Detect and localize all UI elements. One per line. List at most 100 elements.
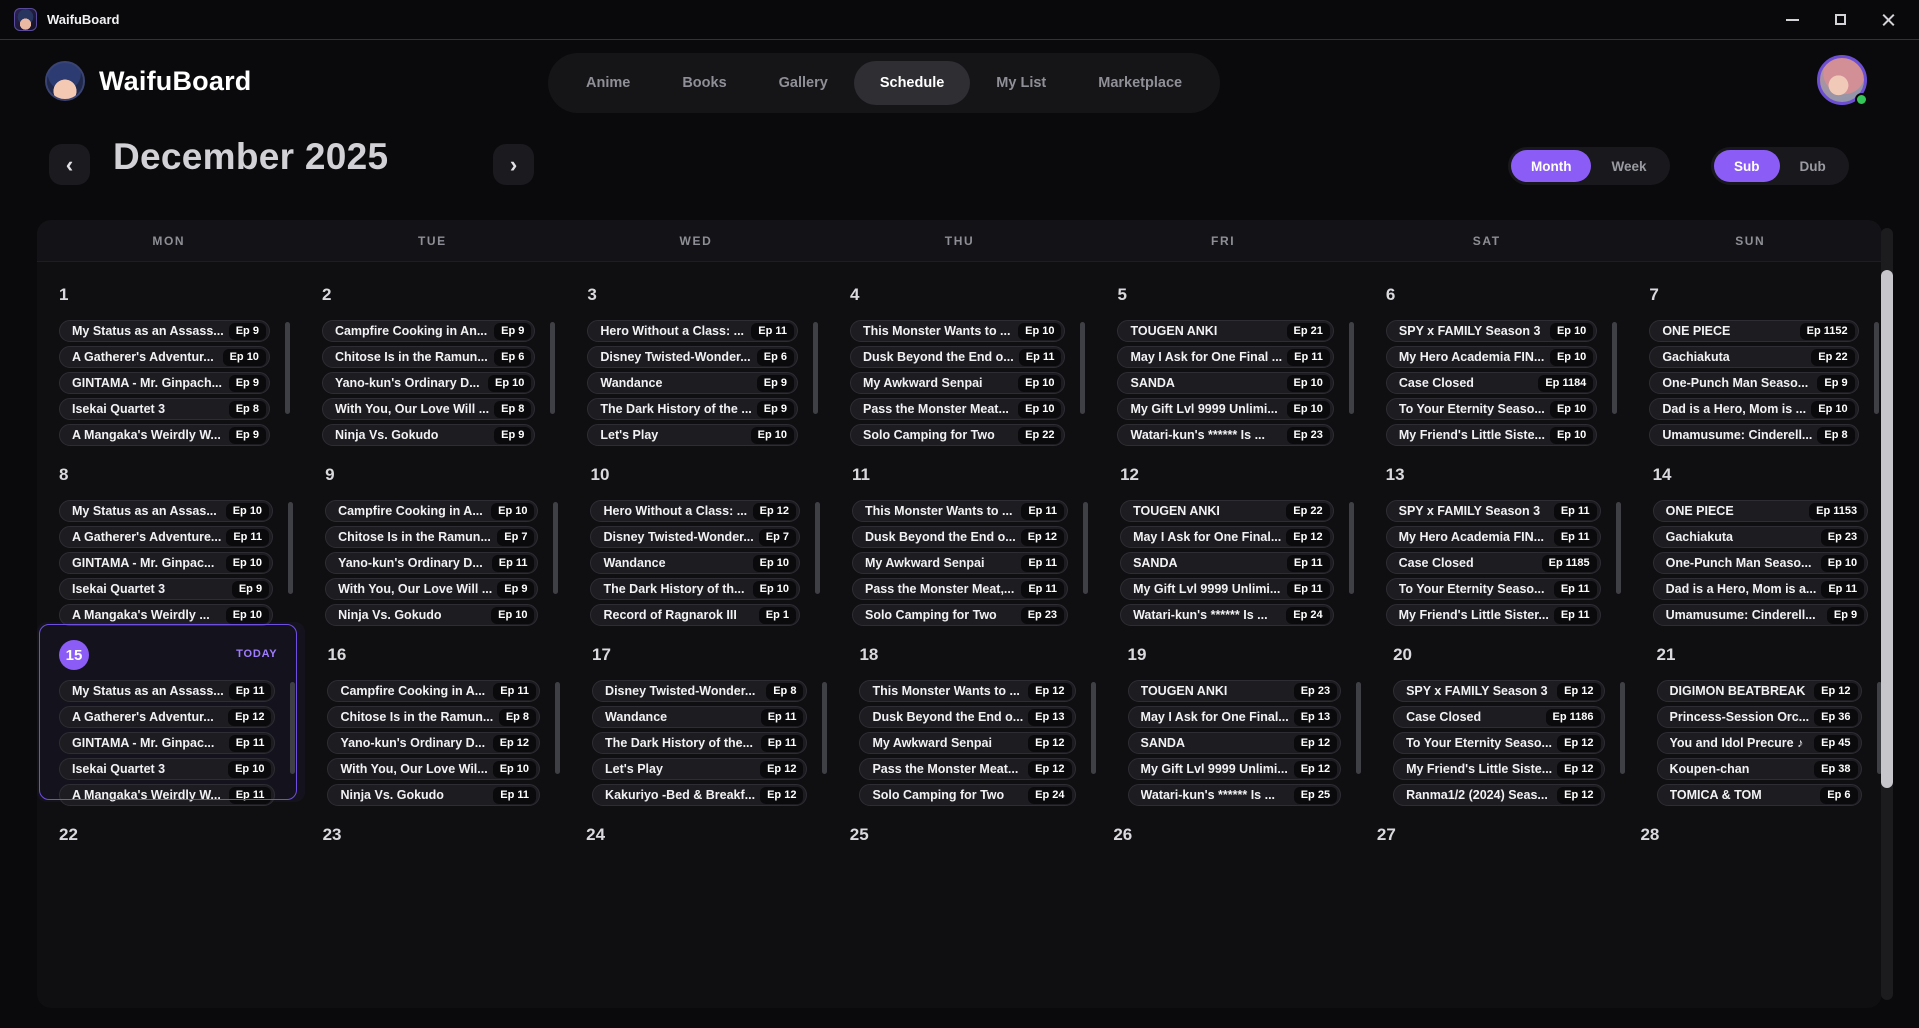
schedule-entry[interactable]: To Your Eternity Seaso...Ep 12 xyxy=(1393,732,1604,754)
scrollbar-thumb[interactable] xyxy=(1881,270,1893,788)
day-cell-21[interactable]: 21DIGIMON BEATBREAKEp 12Princess-Session… xyxy=(1635,622,1883,802)
cell-scrollbar[interactable] xyxy=(822,682,827,774)
day-cell-6[interactable]: 6SPY x FAMILY Season 3Ep 10My Hero Acade… xyxy=(1364,262,1627,442)
cell-scrollbar[interactable] xyxy=(1616,502,1621,594)
schedule-entry[interactable]: Dad is a Hero, Mom is ...Ep 10 xyxy=(1649,398,1858,420)
schedule-entry[interactable]: Yano-kun's Ordinary D...Ep 11 xyxy=(325,552,538,574)
day-cell-18[interactable]: 18This Monster Wants to ...Ep 12Dusk Bey… xyxy=(837,622,1105,802)
schedule-entry[interactable]: TOUGEN ANKIEp 23 xyxy=(1128,680,1342,702)
schedule-entry[interactable]: WandanceEp 11 xyxy=(592,706,807,728)
tab-anime[interactable]: Anime xyxy=(560,61,656,105)
day-cell-11[interactable]: 11This Monster Wants to ...Ep 11Dusk Bey… xyxy=(830,442,1098,622)
schedule-entry[interactable]: Campfire Cooking in A...Ep 11 xyxy=(327,680,540,702)
schedule-entry[interactable]: The Dark History of th...Ep 10 xyxy=(590,578,800,600)
day-cell-10[interactable]: 10Hero Without a Class: ...Ep 12Disney T… xyxy=(568,442,830,622)
schedule-entry[interactable]: My Friend's Little Siste...Ep 12 xyxy=(1393,758,1604,780)
schedule-entry[interactable]: WandanceEp 9 xyxy=(587,372,798,394)
schedule-entry[interactable]: Pass the Monster Meat,...Ep 11 xyxy=(852,578,1068,600)
schedule-entry[interactable]: With You, Our Love Will ...Ep 8 xyxy=(322,398,535,420)
schedule-entry[interactable]: Hero Without a Class: ...Ep 12 xyxy=(590,500,800,522)
next-month-button[interactable]: › xyxy=(493,144,534,185)
cell-scrollbar[interactable] xyxy=(1083,502,1088,594)
schedule-entry[interactable]: Chitose Is in the Ramun...Ep 8 xyxy=(327,706,540,728)
schedule-entry[interactable]: This Monster Wants to ...Ep 12 xyxy=(859,680,1075,702)
schedule-entry[interactable]: GINTAMA - Mr. Ginpac...Ep 10 xyxy=(59,552,273,574)
cell-scrollbar[interactable] xyxy=(1091,682,1096,774)
cell-scrollbar[interactable] xyxy=(1620,682,1625,774)
day-cell-2[interactable]: 2Campfire Cooking in An...Ep 9Chitose Is… xyxy=(300,262,565,442)
schedule-entry[interactable]: Yano-kun's Ordinary D...Ep 12 xyxy=(327,732,540,754)
schedule-entry[interactable]: My Gift Lvl 9999 Unlimi...Ep 11 xyxy=(1120,578,1334,600)
schedule-entry[interactable]: GachiakutaEp 22 xyxy=(1649,346,1858,368)
schedule-entry[interactable]: ONE PIECEEp 1153 xyxy=(1653,500,1869,522)
schedule-entry[interactable]: Hero Without a Class: ...Ep 11 xyxy=(587,320,798,342)
schedule-entry[interactable]: My Hero Academia FIN...Ep 10 xyxy=(1386,346,1597,368)
schedule-entry[interactable]: The Dark History of the ...Ep 9 xyxy=(587,398,798,420)
schedule-entry[interactable]: Disney Twisted-Wonder...Ep 7 xyxy=(590,526,800,548)
toggle-sub[interactable]: Sub xyxy=(1714,150,1780,182)
schedule-entry[interactable]: Isekai Quartet 3Ep 9 xyxy=(59,578,273,600)
schedule-entry[interactable]: Disney Twisted-Wonder...Ep 8 xyxy=(592,680,807,702)
schedule-entry[interactable]: Campfire Cooking in A...Ep 10 xyxy=(325,500,538,522)
maximize-button[interactable] xyxy=(1823,6,1857,34)
user-avatar[interactable] xyxy=(1817,55,1867,105)
day-cell-16[interactable]: 16Campfire Cooking in A...Ep 11Chitose I… xyxy=(305,622,570,802)
day-cell-12[interactable]: 12TOUGEN ANKIEp 22May I Ask for One Fina… xyxy=(1098,442,1364,622)
schedule-entry[interactable]: Dusk Beyond the End o...Ep 13 xyxy=(859,706,1075,728)
schedule-entry[interactable]: Princess-Session Orc...Ep 36 xyxy=(1657,706,1862,728)
toggle-week[interactable]: Week xyxy=(1591,150,1666,182)
day-cell-15[interactable]: TODAY15My Status as an Assass...Ep 11A G… xyxy=(37,622,305,802)
cell-scrollbar[interactable] xyxy=(1874,322,1879,414)
schedule-entry[interactable]: Case ClosedEp 1184 xyxy=(1386,372,1597,394)
day-cell-28[interactable]: 28 xyxy=(1618,802,1882,1008)
tab-gallery[interactable]: Gallery xyxy=(753,61,854,105)
schedule-entry[interactable]: My Awkward SenpaiEp 10 xyxy=(850,372,1065,394)
schedule-entry[interactable]: A Gatherer's Adventure...Ep 11 xyxy=(59,526,273,548)
schedule-entry[interactable]: Chitose Is in the Ramun...Ep 7 xyxy=(325,526,538,548)
cell-scrollbar[interactable] xyxy=(290,682,295,774)
schedule-entry[interactable]: ONE PIECEEp 1152 xyxy=(1649,320,1858,342)
close-button[interactable] xyxy=(1871,6,1905,34)
schedule-entry[interactable]: May I Ask for One Final...Ep 13 xyxy=(1128,706,1342,728)
day-cell-20[interactable]: 20SPY x FAMILY Season 3Ep 12Case ClosedE… xyxy=(1371,622,1634,802)
cell-scrollbar[interactable] xyxy=(550,322,555,414)
day-cell-5[interactable]: 5TOUGEN ANKIEp 21May I Ask for One Final… xyxy=(1095,262,1363,442)
schedule-entry[interactable]: The Dark History of the...Ep 11 xyxy=(592,732,807,754)
cell-scrollbar[interactable] xyxy=(813,322,818,414)
schedule-entry[interactable]: GachiakutaEp 23 xyxy=(1653,526,1869,548)
day-cell-7[interactable]: 7ONE PIECEEp 1152GachiakutaEp 22One-Punc… xyxy=(1627,262,1882,442)
schedule-entry[interactable]: With You, Our Love Wil...Ep 10 xyxy=(327,758,540,780)
schedule-entry[interactable]: WandanceEp 10 xyxy=(590,552,800,574)
cell-scrollbar[interactable] xyxy=(555,682,560,774)
schedule-entry[interactable]: SANDAEp 11 xyxy=(1120,552,1334,574)
cell-scrollbar[interactable] xyxy=(285,322,290,414)
cell-scrollbar[interactable] xyxy=(1349,502,1354,594)
toggle-dub[interactable]: Dub xyxy=(1780,150,1846,182)
schedule-entry[interactable]: This Monster Wants to ...Ep 10 xyxy=(850,320,1065,342)
cell-scrollbar[interactable] xyxy=(1356,682,1361,774)
schedule-entry[interactable]: Yano-kun's Ordinary D...Ep 10 xyxy=(322,372,535,394)
schedule-entry[interactable]: TOUGEN ANKIEp 22 xyxy=(1120,500,1334,522)
day-cell-13[interactable]: 13SPY x FAMILY Season 3Ep 11My Hero Acad… xyxy=(1364,442,1631,622)
schedule-entry[interactable]: May I Ask for One Final...Ep 12 xyxy=(1120,526,1334,548)
schedule-entry[interactable]: One-Punch Man Seaso...Ep 9 xyxy=(1649,372,1858,394)
cell-scrollbar[interactable] xyxy=(815,502,820,594)
schedule-entry[interactable]: SPY x FAMILY Season 3Ep 10 xyxy=(1386,320,1597,342)
schedule-entry[interactable]: A Gatherer's Adventur...Ep 12 xyxy=(59,706,275,728)
schedule-entry[interactable]: You and Idol Precure ♪Ep 45 xyxy=(1657,732,1862,754)
schedule-entry[interactable]: To Your Eternity Seaso...Ep 10 xyxy=(1386,398,1597,420)
schedule-entry[interactable]: With You, Our Love Will ...Ep 9 xyxy=(325,578,538,600)
schedule-entry[interactable]: Koupen-chanEp 38 xyxy=(1657,758,1862,780)
day-cell-3[interactable]: 3Hero Without a Class: ...Ep 11Disney Tw… xyxy=(565,262,828,442)
tab-schedule[interactable]: Schedule xyxy=(854,61,970,105)
schedule-entry[interactable]: May I Ask for One Final ...Ep 11 xyxy=(1117,346,1333,368)
day-cell-9[interactable]: 9Campfire Cooking in A...Ep 10Chitose Is… xyxy=(303,442,568,622)
day-cell-19[interactable]: 19TOUGEN ANKIEp 23May I Ask for One Fina… xyxy=(1106,622,1372,802)
schedule-entry[interactable]: My Awkward SenpaiEp 12 xyxy=(859,732,1075,754)
day-cell-8[interactable]: 8My Status as an Assas...Ep 10A Gatherer… xyxy=(37,442,303,622)
schedule-entry[interactable]: A Gatherer's Adventur...Ep 10 xyxy=(59,346,270,368)
schedule-entry[interactable]: This Monster Wants to ...Ep 11 xyxy=(852,500,1068,522)
day-cell-23[interactable]: 23 xyxy=(301,802,565,1008)
schedule-entry[interactable]: To Your Eternity Seaso...Ep 11 xyxy=(1386,578,1601,600)
day-cell-14[interactable]: 14ONE PIECEEp 1153GachiakutaEp 23One-Pun… xyxy=(1631,442,1882,622)
